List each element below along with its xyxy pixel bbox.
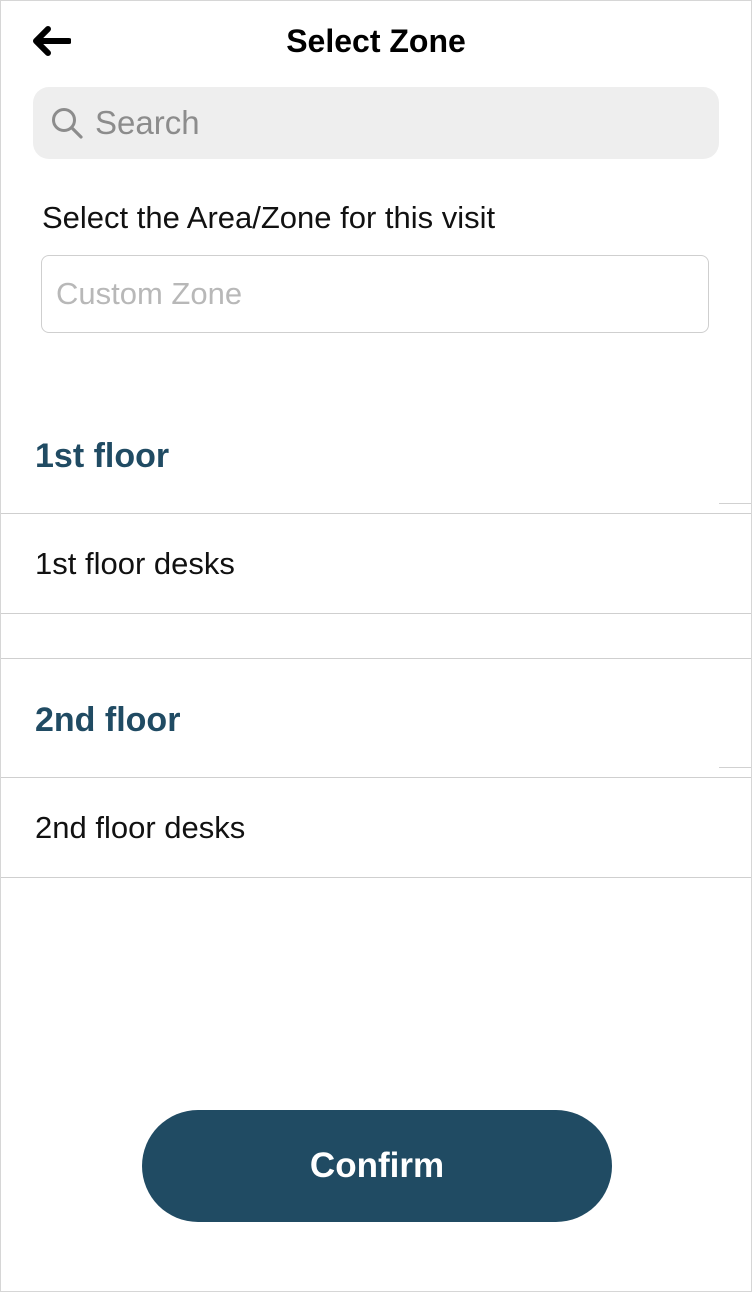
section-header-1st-floor-rule [719, 503, 751, 504]
select-zone-screen: Select Zone Select the Area/Zone for thi… [0, 0, 752, 1292]
list-divider [1, 877, 751, 878]
zone-instructions: Select the Area/Zone for this visit [42, 200, 496, 235]
section-header-2nd-floor: 2nd floor [35, 701, 181, 739]
search-bar[interactable] [33, 87, 719, 159]
list-divider [1, 613, 751, 614]
section-header-1st-floor: 1st floor [35, 437, 170, 475]
section-divider [1, 658, 751, 659]
top-bar: Select Zone [1, 1, 751, 83]
zone-item-2nd-floor-desks[interactable]: 2nd floor desks [1, 778, 751, 877]
custom-zone-input[interactable] [41, 255, 709, 333]
section-header-2nd-floor-rule [719, 767, 751, 768]
confirm-button[interactable]: Confirm [142, 1110, 612, 1222]
search-icon [47, 103, 87, 143]
zone-item-1st-floor-desks[interactable]: 1st floor desks [1, 514, 751, 613]
page-title: Select Zone [286, 23, 466, 59]
search-input[interactable] [95, 95, 719, 151]
